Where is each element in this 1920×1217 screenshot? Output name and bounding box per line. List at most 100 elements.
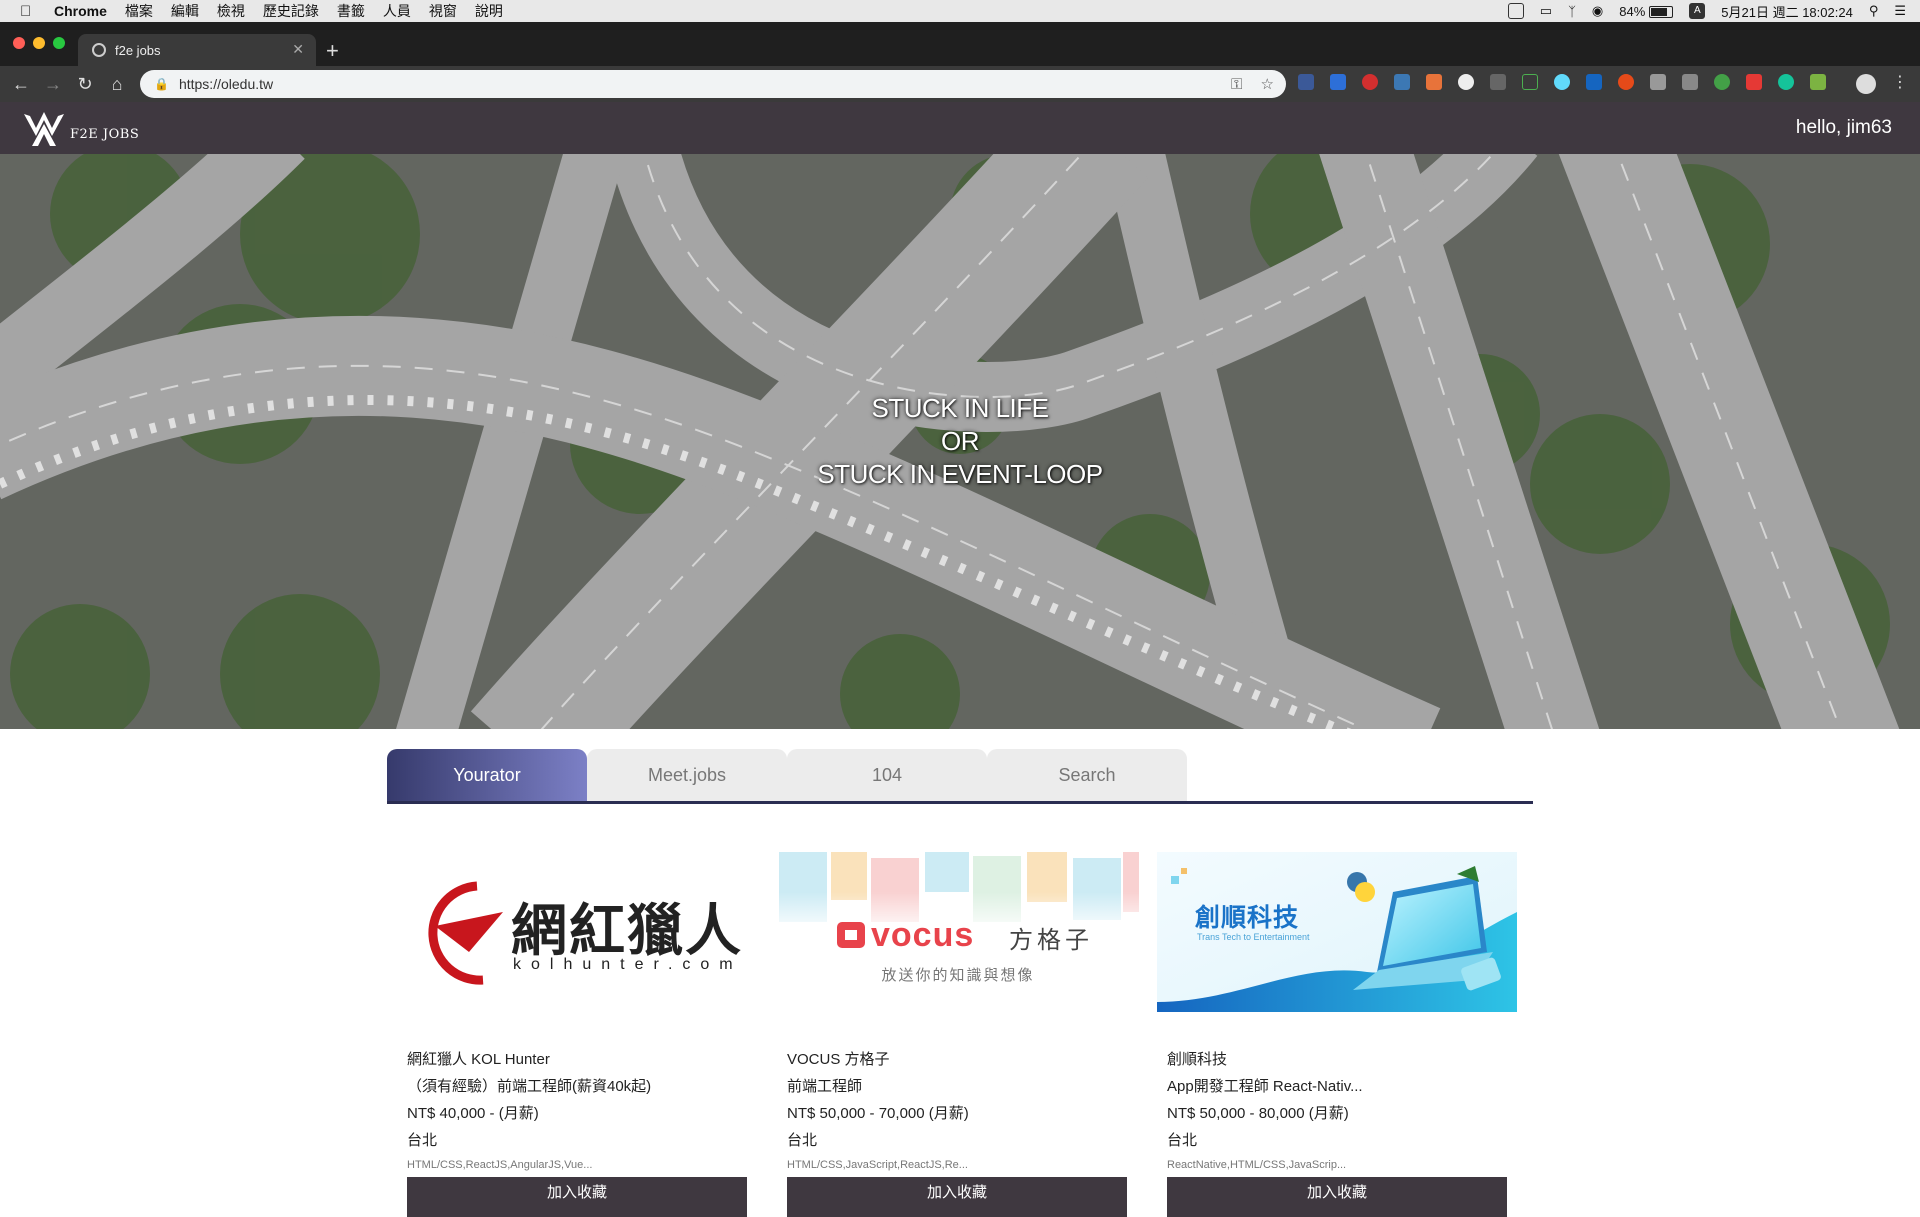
extension-compass-icon[interactable] <box>1458 74 1474 90</box>
menu-bookmarks[interactable]: 書籤 <box>337 1 365 21</box>
notification-center-icon[interactable]: ☰ <box>1894 3 1906 19</box>
bookmark-star-icon[interactable]: ☆ <box>1261 76 1274 93</box>
add-favorite-button[interactable]: 加入收藏 <box>407 1177 747 1217</box>
tab-yourator[interactable]: Yourator <box>387 749 587 801</box>
extension-crop-icon[interactable] <box>1522 74 1538 90</box>
address-bar[interactable]: 🔒 https://oledu.tw ⚿ ☆ <box>140 70 1286 98</box>
site-logo[interactable]: F2E JOBS <box>22 110 139 148</box>
tab-search[interactable]: Search <box>987 749 1187 801</box>
job-salary: NT$ 50,000 - 80,000 (月薪) <box>1167 1105 1349 1122</box>
extension-camera-icon[interactable] <box>1682 74 1698 90</box>
vocus-logo-cn: 方格子 <box>1009 927 1093 954</box>
back-button[interactable]: ← <box>10 74 32 95</box>
job-card[interactable]: 網紅獵人 kolhunter.com 網紅獵人 KOL Hunter （須有經驗… <box>407 852 747 1217</box>
airplay-icon[interactable]: ▭ <box>1540 3 1552 19</box>
job-title[interactable]: App開發工程師 React-Nativ... <box>1167 1073 1507 1100</box>
extension-download-icon[interactable] <box>1330 74 1346 90</box>
menu-help[interactable]: 說明 <box>475 1 503 21</box>
menu-view[interactable]: 檢視 <box>217 1 245 21</box>
more-menu-icon[interactable]: ⋮ <box>1892 72 1908 92</box>
extension-star-icon[interactable] <box>1298 74 1314 90</box>
extension-adblock-icon[interactable] <box>1362 74 1378 90</box>
job-location: 台北 <box>787 1132 818 1149</box>
job-tags: ReactNative,HTML/CSS,JavaScrip... <box>1167 1159 1347 1171</box>
extension-power-icon[interactable] <box>1618 74 1634 90</box>
job-meta: VOCUS 方格子 前端工程師 NT$ 50,000 - 70,000 (月薪)… <box>787 1046 1127 1154</box>
key-icon[interactable]: ⚿ <box>1231 76 1242 93</box>
job-location: 台北 <box>1167 1132 1198 1149</box>
window-controls <box>13 37 73 49</box>
extension-grammarly-icon[interactable] <box>1778 74 1794 90</box>
spotlight-icon[interactable]: ⚲ <box>1869 3 1879 19</box>
close-tab-icon[interactable]: ✕ <box>292 41 304 58</box>
browser-tab-strip: f2e jobs ✕ + <box>0 22 1920 66</box>
extension-react-icon[interactable] <box>1554 74 1570 90</box>
menu-window[interactable]: 視窗 <box>429 1 457 21</box>
menu-file[interactable]: 檔案 <box>125 1 153 21</box>
forward-button[interactable]: → <box>42 74 64 95</box>
extension-ring-icon[interactable] <box>1714 74 1730 90</box>
browser-tab[interactable]: f2e jobs ✕ <box>78 34 316 66</box>
add-favorite-button[interactable]: 加入收藏 <box>787 1177 1127 1217</box>
logo-text: F2E JOBS <box>70 126 140 142</box>
job-card[interactable]: vocus 方格子 放送你的知識與想像 VOCUS 方格子 前端工程師 NT$ … <box>777 852 1139 1217</box>
minimize-window-button[interactable] <box>33 37 45 49</box>
job-title[interactable]: 前端工程師 <box>787 1073 1127 1100</box>
menu-people[interactable]: 人員 <box>383 1 411 21</box>
company-name: 網紅獵人 KOL Hunter <box>407 1051 550 1068</box>
battery-indicator[interactable]: 84% <box>1619 4 1674 19</box>
job-salary: NT$ 50,000 - 70,000 (月薪) <box>787 1105 969 1122</box>
apple-icon[interactable]:  <box>20 3 40 20</box>
menu-app-name[interactable]: Chrome <box>54 3 107 19</box>
home-button[interactable]: ⌂ <box>106 74 128 95</box>
menu-history[interactable]: 歷史記錄 <box>263 1 319 21</box>
user-greeting[interactable]: hello, jim63 <box>1796 117 1892 139</box>
bluetooth-icon[interactable]: ᛉ <box>1568 4 1576 19</box>
adobe-icon[interactable] <box>1507 3 1524 19</box>
hero-line-1: STUCK IN LIFE <box>871 393 1049 423</box>
hero-slogan: STUCK IN LIFE OR STUCK IN EVENT-LOOP <box>0 392 1920 491</box>
url-text[interactable]: https://oledu.tw <box>179 76 273 92</box>
menu-edit[interactable]: 編輯 <box>171 1 199 21</box>
tab-104[interactable]: 104 <box>787 749 987 801</box>
vocus-logo-sub: 放送你的知識與想像 <box>881 967 1035 984</box>
extensions-bar <box>1298 74 1842 90</box>
tab-meetjobs[interactable]: Meet.jobs <box>587 749 787 801</box>
input-method-icon[interactable]: A <box>1689 3 1706 19</box>
chuangshun-logo-sub: Trans Tech to Entertainment <box>1197 932 1310 942</box>
job-card[interactable]: 創順科技 Trans Tech to Entertainment 創順科技 Ap… <box>1157 852 1517 1217</box>
hero-line-3: STUCK IN EVENT-LOOP <box>817 459 1103 489</box>
extension-shield-icon[interactable] <box>1394 74 1410 90</box>
maximize-window-button[interactable] <box>53 37 65 49</box>
os-menubar:  Chrome 檔案 編輯 檢視 歷史記錄 書籤 人員 視窗 說明 ▭ ᛉ ◉… <box>0 0 1920 23</box>
job-tags: HTML/CSS,ReactJS,AngularJS,Vue... <box>407 1159 593 1171</box>
extension-s-icon[interactable] <box>1746 74 1762 90</box>
profile-avatar[interactable] <box>1856 74 1876 94</box>
extension-green-icon[interactable] <box>1810 74 1826 90</box>
extension-l-icon[interactable] <box>1490 74 1506 90</box>
browser-toolbar: ← → ↻ ⌂ 🔒 https://oledu.tw ⚿ ☆ ⋮ <box>0 66 1920 102</box>
add-favorite-button[interactable]: 加入收藏 <box>1167 1177 1507 1217</box>
job-source-tabs: Yourator Meet.jobs 104 Search <box>387 749 1533 804</box>
company-logo-kolhunter: 網紅獵人 kolhunter.com <box>407 852 747 1012</box>
company-logo-vocus: vocus 方格子 放送你的知識與想像 <box>777 852 1139 1012</box>
reload-button[interactable]: ↻ <box>74 74 96 95</box>
close-window-button[interactable] <box>13 37 25 49</box>
clock[interactable]: 5月21日 週二 18:02:24 <box>1721 2 1853 21</box>
globe-icon <box>92 43 106 57</box>
extension-monitor-icon[interactable] <box>1586 74 1602 90</box>
status-area: ▭ ᛉ ◉ 84% A 5月21日 週二 18:02:24 ⚲ ☰ <box>1492 0 1906 22</box>
company-logo-chuangshun: 創順科技 Trans Tech to Entertainment <box>1157 852 1517 1012</box>
company-name: VOCUS 方格子 <box>787 1051 890 1068</box>
vocus-logo-text: vocus <box>871 916 975 954</box>
wifi-icon[interactable]: ◉ <box>1592 3 1603 19</box>
hero-banner: STUCK IN LIFE OR STUCK IN EVENT-LOOP <box>0 154 1920 729</box>
new-tab-button[interactable]: + <box>326 40 339 62</box>
site-header: F2E JOBS hello, jim63 <box>0 102 1920 154</box>
logo-wings-icon <box>24 112 64 146</box>
lock-icon[interactable]: 🔒 <box>154 77 169 91</box>
job-title[interactable]: （須有經驗）前端工程師(薪資40k起) <box>407 1073 747 1100</box>
job-meta: 創順科技 App開發工程師 React-Nativ... NT$ 50,000 … <box>1167 1046 1507 1154</box>
extension-card-icon[interactable] <box>1650 74 1666 90</box>
extension-orange-icon[interactable] <box>1426 74 1442 90</box>
